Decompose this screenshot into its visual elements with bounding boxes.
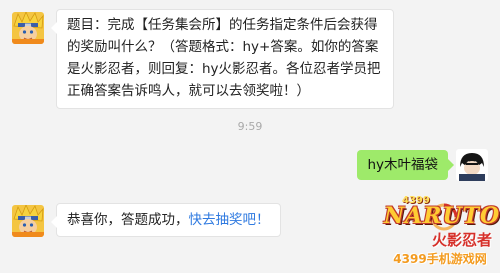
naruto-avatar-icon xyxy=(12,12,44,44)
draw-prize-link[interactable]: 快去抽奖吧！ xyxy=(189,212,270,228)
naruto-avatar-icon xyxy=(12,205,44,237)
answer-text: hy木叶福袋 xyxy=(367,157,438,173)
bot-avatar[interactable] xyxy=(12,205,44,237)
bot-message-success: 恭喜你，答题成功，快去抽奖吧！ xyxy=(51,203,281,237)
watermark-cn-title: 火影忍者 xyxy=(431,231,492,249)
user-avatar[interactable] xyxy=(456,149,488,181)
watermark-site: 4399手机游戏网 xyxy=(393,252,487,266)
user-message-answer: hy木叶福袋 xyxy=(357,150,454,180)
user-avatar-icon xyxy=(456,149,488,181)
message-timestamp: 9:59 xyxy=(237,120,263,133)
bot-message-question: 题目：完成【任务集会所】的任务指定条件后会获得的奖励叫什么？（答题格式：hy+答… xyxy=(51,9,394,109)
bot-avatar[interactable] xyxy=(12,12,44,44)
success-text: 恭喜你，答题成功， xyxy=(67,212,189,228)
naruto-4399-watermark: 4399 NARUTO 火影忍者 4399手机游戏网 xyxy=(382,195,500,267)
watermark-brand: NARUTO xyxy=(384,203,500,229)
question-text: 题目：完成【任务集会所】的任务指定条件后会获得的奖励叫什么？（答题格式：hy+答… xyxy=(67,17,381,99)
